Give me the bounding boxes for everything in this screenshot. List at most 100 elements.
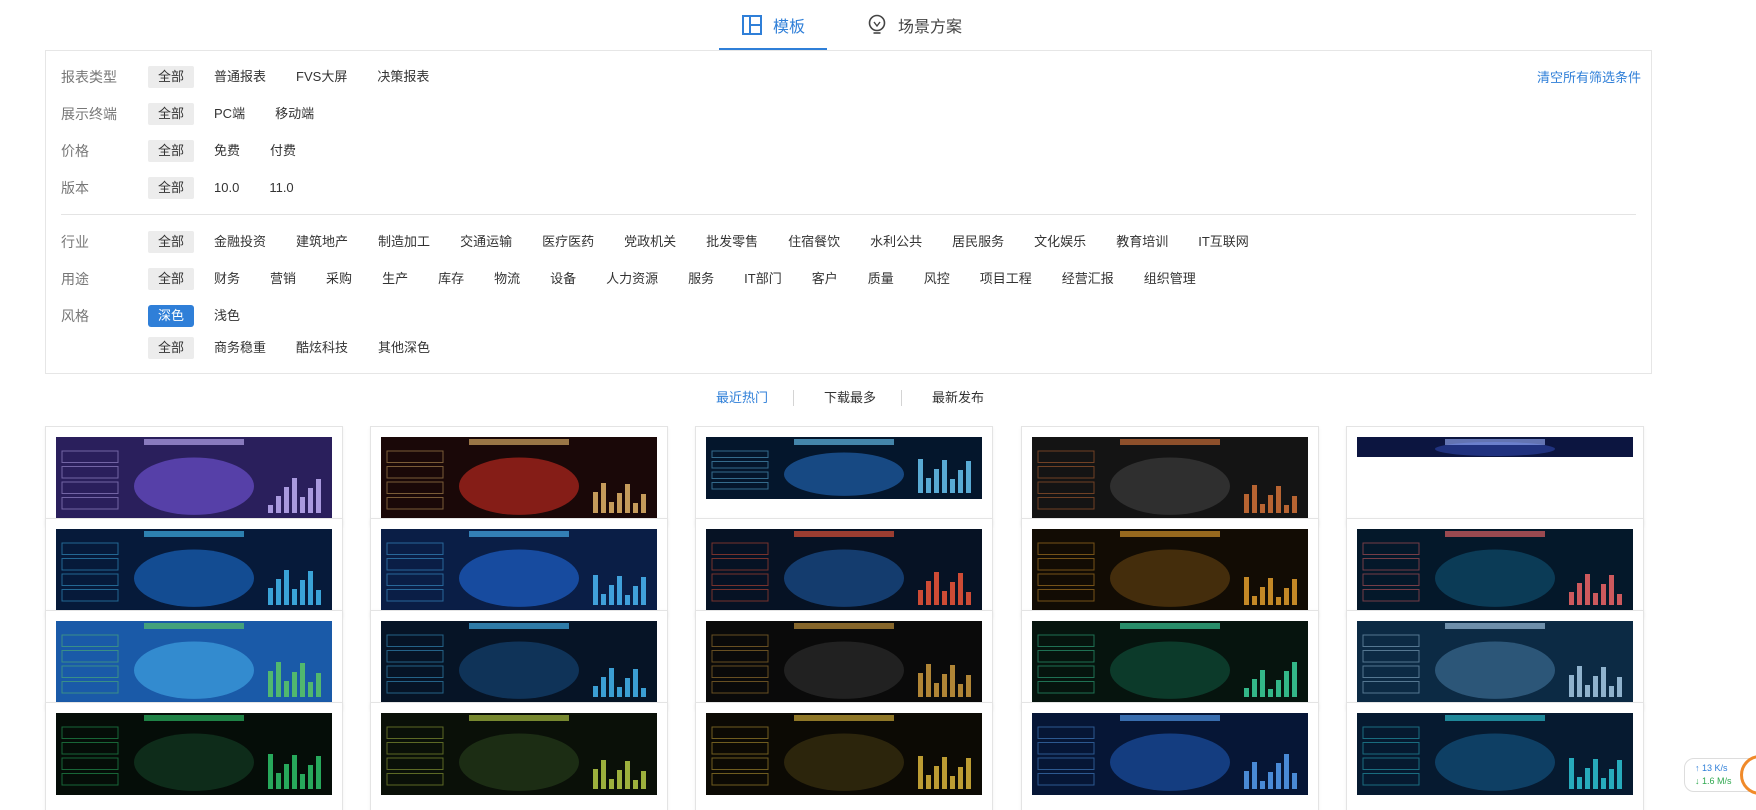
chip-option[interactable]: 文化娱乐 <box>1024 231 1096 253</box>
template-card[interactable] <box>370 426 668 526</box>
template-card[interactable] <box>1346 702 1644 810</box>
chip-option[interactable]: 移动端 <box>265 103 324 125</box>
chip-option[interactable]: 经营汇报 <box>1052 268 1124 290</box>
chip-option[interactable]: 教育培训 <box>1106 231 1178 253</box>
sort-bar: 最近热门 下载最多 最新发布 <box>0 386 1756 410</box>
template-thumbnail <box>706 437 982 499</box>
template-card[interactable] <box>45 610 343 710</box>
chip-option[interactable]: 10.0 <box>204 177 249 199</box>
sort-downloads[interactable]: 下载最多 <box>824 386 876 410</box>
filter-divider <box>61 214 1636 215</box>
chip-option[interactable]: 医疗医药 <box>532 231 604 253</box>
chip-option[interactable]: 物流 <box>484 268 530 290</box>
chip-option[interactable]: 生产 <box>372 268 418 290</box>
filter-label: 版本 <box>61 180 89 196</box>
chip-option[interactable]: 人力资源 <box>596 268 668 290</box>
template-thumbnail <box>706 621 982 703</box>
sort-hot[interactable]: 最近热门 <box>716 386 768 410</box>
template-card[interactable] <box>695 426 993 526</box>
chip-option[interactable]: 交通运输 <box>450 231 522 253</box>
template-thumbnail <box>56 713 332 795</box>
chip-option[interactable]: 住宿餐饮 <box>778 231 850 253</box>
tab-scenarios[interactable]: 场景方案 <box>866 0 962 50</box>
template-thumbnail <box>381 713 657 795</box>
chip-option[interactable]: 采购 <box>316 268 362 290</box>
template-thumbnail <box>1032 529 1308 611</box>
filter-panel: 清空所有筛选条件 报表类型 全部 普通报表 FVS大屏 决策报表 展示终端 全部… <box>45 50 1652 374</box>
template-grid-icon <box>741 14 763 36</box>
chip-option[interactable]: 建筑地产 <box>286 231 358 253</box>
template-thumbnail <box>1357 437 1633 457</box>
template-thumbnail <box>1357 621 1633 703</box>
chip-option[interactable]: IT互联网 <box>1188 231 1259 253</box>
chip-option[interactable]: 金融投资 <box>204 231 276 253</box>
chip-all[interactable]: 全部 <box>148 66 195 88</box>
template-card[interactable] <box>695 610 993 710</box>
chip-option[interactable]: 组织管理 <box>1134 268 1206 290</box>
template-card[interactable] <box>370 518 668 618</box>
chip-option[interactable]: 免费 <box>204 140 250 162</box>
chip-option[interactable]: 党政机关 <box>614 231 686 253</box>
template-card[interactable] <box>1021 518 1319 618</box>
chip-all[interactable]: 全部 <box>148 177 195 199</box>
template-thumbnail <box>56 437 332 519</box>
chip-option[interactable]: 水利公共 <box>860 231 932 253</box>
template-card[interactable] <box>45 518 343 618</box>
template-thumbnail <box>56 621 332 703</box>
chip-option[interactable]: 付费 <box>260 140 306 162</box>
chip-option[interactable]: 普通报表 <box>204 66 276 88</box>
chip-all[interactable]: 全部 <box>148 103 195 125</box>
chip-option[interactable]: 库存 <box>428 268 474 290</box>
chip-option[interactable]: 质量 <box>858 268 904 290</box>
template-grid <box>0 426 1756 810</box>
chip-option[interactable]: 风控 <box>914 268 960 290</box>
chip-all[interactable]: 全部 <box>148 140 195 162</box>
sort-newest[interactable]: 最新发布 <box>932 386 984 410</box>
filter-label: 价格 <box>61 143 89 159</box>
chip-option[interactable]: 居民服务 <box>942 231 1014 253</box>
template-card[interactable] <box>1346 518 1644 618</box>
chip-option[interactable]: 财务 <box>204 268 250 290</box>
template-card[interactable] <box>1021 426 1319 526</box>
chip-all[interactable]: 全部 <box>148 337 195 359</box>
chip-style-dark[interactable]: 深色 <box>148 305 195 327</box>
sort-divider <box>793 390 794 406</box>
chip-option[interactable]: 设备 <box>540 268 586 290</box>
template-card[interactable] <box>45 702 343 810</box>
template-card[interactable] <box>370 610 668 710</box>
template-card[interactable] <box>1346 610 1644 710</box>
chip-option[interactable]: 11.0 <box>259 177 303 199</box>
template-card[interactable] <box>695 702 993 810</box>
template-card[interactable] <box>370 702 668 810</box>
template-card[interactable] <box>1021 702 1319 810</box>
chip-style-light[interactable]: 浅色 <box>204 305 250 327</box>
chip-option[interactable]: 服务 <box>678 268 724 290</box>
clear-filters-link[interactable]: 清空所有筛选条件 <box>1537 67 1641 86</box>
template-card[interactable] <box>45 426 343 526</box>
chip-all[interactable]: 全部 <box>148 231 195 253</box>
tab-templates[interactable]: 模板 <box>718 0 828 50</box>
chip-option[interactable]: 客户 <box>802 268 848 290</box>
template-card[interactable] <box>1346 426 1644 526</box>
chip-option[interactable]: 商务稳重 <box>204 337 276 359</box>
chip-option[interactable]: IT部门 <box>734 268 792 290</box>
template-thumbnail <box>1032 621 1308 703</box>
template-card[interactable] <box>1021 610 1319 710</box>
chip-option[interactable]: 项目工程 <box>970 268 1042 290</box>
chip-option[interactable]: 制造加工 <box>368 231 440 253</box>
chip-option[interactable]: 酷炫科技 <box>286 337 358 359</box>
template-thumbnail <box>381 529 657 611</box>
template-thumbnail <box>706 529 982 611</box>
chip-option[interactable]: 营销 <box>260 268 306 290</box>
chip-option[interactable]: FVS大屏 <box>286 66 357 88</box>
chip-option[interactable]: 批发零售 <box>696 231 768 253</box>
chip-option[interactable]: PC端 <box>204 103 255 125</box>
chip-option[interactable]: 其他深色 <box>368 337 440 359</box>
chip-option[interactable]: 决策报表 <box>367 66 439 88</box>
chip-all[interactable]: 全部 <box>148 268 195 290</box>
template-card[interactable] <box>695 518 993 618</box>
template-thumbnail <box>381 621 657 703</box>
template-thumbnail <box>1357 529 1633 611</box>
filter-label: 报表类型 <box>61 69 117 85</box>
tab-templates-label: 模板 <box>773 19 806 36</box>
